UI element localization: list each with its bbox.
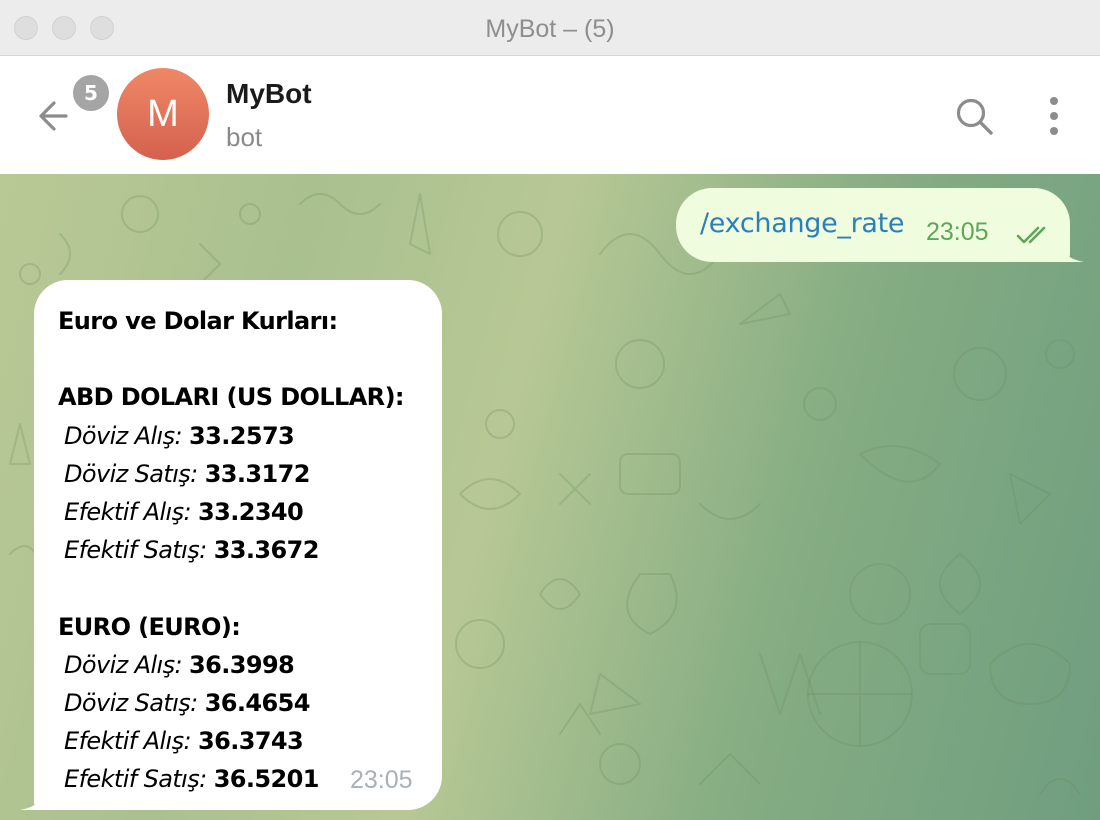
more-options-button[interactable] xyxy=(1036,94,1072,140)
rate-value: 33.3672 xyxy=(213,536,320,565)
outgoing-bubble-tail xyxy=(1056,236,1084,262)
rate-label: Efektif Alış: xyxy=(64,727,192,756)
search-icon xyxy=(956,98,993,135)
message-text: Euro ve Dolar Kurları: ABD DOLARI (US DO… xyxy=(58,302,438,798)
rate-value: 36.3743 xyxy=(198,727,304,756)
rate-label: Döviz Alış: xyxy=(64,650,183,679)
avatar[interactable]: M xyxy=(117,68,209,160)
outgoing-message[interactable]: /exchange_rate 23:05 xyxy=(676,188,1070,262)
message-title: Euro ve Dolar Kurları: xyxy=(58,307,338,335)
rate-value: 33.2340 xyxy=(198,497,304,526)
rate-label: Efektif Alış: xyxy=(64,497,192,526)
rate-row: Döviz Satış: 33.3172 xyxy=(58,455,438,493)
chat-status: bot xyxy=(226,122,263,152)
rate-row: Döviz Alış: 36.3998 xyxy=(58,646,438,684)
message-time: 23:05 xyxy=(350,766,413,794)
search-button[interactable] xyxy=(952,94,998,140)
message-time: 23:05 xyxy=(926,218,989,246)
rate-row: Efektif Alış: 36.3743 xyxy=(58,722,438,760)
rate-row: Efektif Alış: 33.2340 xyxy=(58,493,438,531)
rate-value: 33.2573 xyxy=(189,421,295,450)
rate-value: 36.4654 xyxy=(204,688,311,717)
rate-label: Efektif Satış: xyxy=(64,536,207,565)
telegram-window: MyBot – (5) 5 M MyBot bot /exchange_rate… xyxy=(0,0,1100,820)
section-heading: ABD DOLARI (US DOLLAR): xyxy=(58,383,405,412)
incoming-bubble-tail xyxy=(20,786,48,810)
more-vertical-icon xyxy=(1050,97,1058,135)
rate-value: 36.3998 xyxy=(189,650,295,679)
incoming-message[interactable]: Euro ve Dolar Kurları: ABD DOLARI (US DO… xyxy=(34,280,442,810)
rate-value: 33.3172 xyxy=(204,459,311,488)
unread-count-badge: 5 xyxy=(70,72,112,114)
chat-area[interactable]: /exchange_rate 23:05 Euro ve Dolar Kurla… xyxy=(0,174,1100,820)
rate-label: Efektif Satış: xyxy=(64,765,207,794)
chat-header: 5 M MyBot bot xyxy=(0,56,1100,174)
rate-value: 36.5201 xyxy=(213,765,320,794)
section-heading: EURO (EURO): xyxy=(58,612,241,641)
double-check-icon xyxy=(1016,226,1046,244)
rate-label: Döviz Alış: xyxy=(64,421,183,450)
title-bar: MyBot – (5) xyxy=(0,0,1100,56)
rate-row: Döviz Alış: 33.2573 xyxy=(58,417,438,455)
chat-name[interactable]: MyBot xyxy=(226,78,312,110)
window-title: MyBot – (5) xyxy=(485,15,615,43)
rate-row: Efektif Satış: 33.3672 xyxy=(58,531,438,569)
rate-row: Döviz Satış: 36.4654 xyxy=(58,684,438,722)
rate-label: Döviz Satış: xyxy=(64,688,198,717)
command-link[interactable]: /exchange_rate xyxy=(700,208,905,239)
rate-label: Döviz Satış: xyxy=(64,459,198,488)
